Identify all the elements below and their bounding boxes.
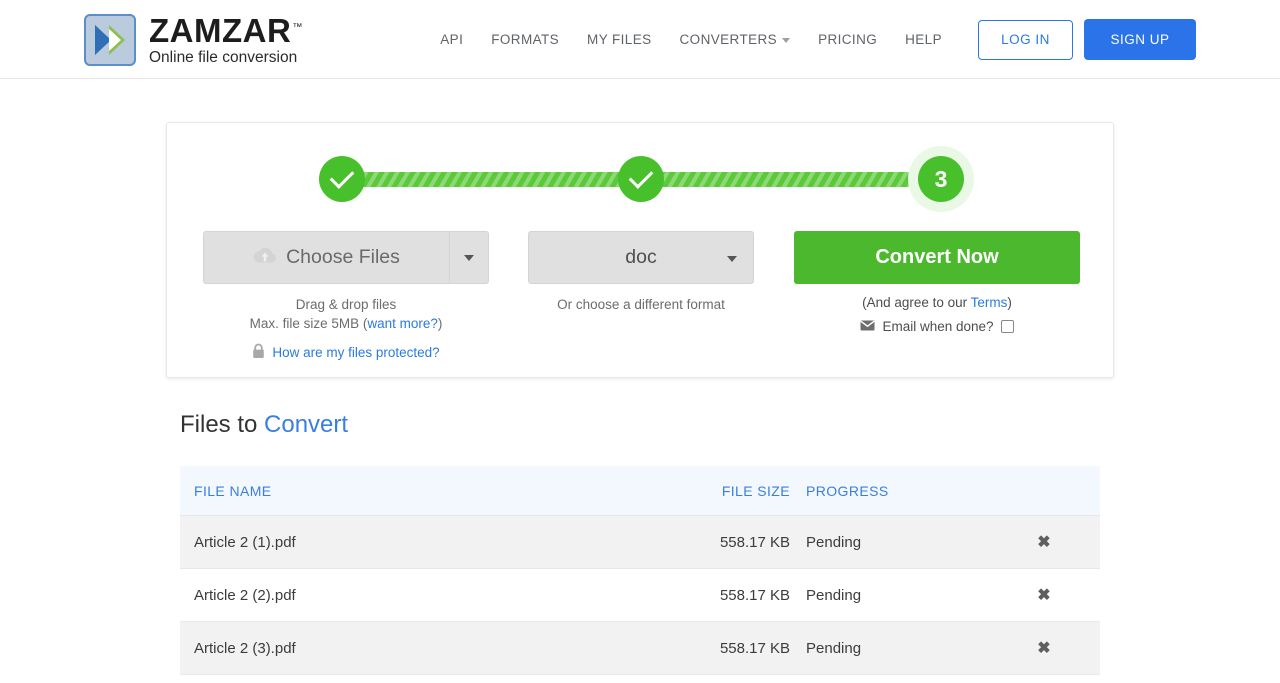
- choose-files-hints: Drag & drop files Max. file size 5MB (wa…: [203, 295, 489, 333]
- files-heading-plain: Files to: [180, 411, 265, 438]
- cloud-upload-icon: [253, 246, 277, 270]
- files-heading-accent: Convert: [264, 411, 349, 438]
- terms-link[interactable]: Terms: [971, 295, 1008, 310]
- files-table: FILE NAME FILE SIZE PROGRESS Article 2 (…: [180, 466, 1100, 675]
- cell-actions: ✖: [1020, 528, 1080, 556]
- max-size-text: Max. file size 5MB (: [249, 316, 368, 331]
- table-row: Article 2 (1).pdf 558.17 KB Pending ✖: [180, 516, 1100, 569]
- lock-icon: [252, 343, 265, 362]
- site-header: ZAMZAR™ Online file conversion API FORMA…: [0, 0, 1280, 79]
- check-icon: [329, 164, 355, 189]
- logo-trademark: ™: [292, 22, 303, 34]
- progress-steps: 3: [167, 146, 1115, 212]
- want-more-link[interactable]: want more?: [367, 316, 438, 331]
- caret-down-icon: [464, 254, 474, 261]
- table-row: Article 2 (3).pdf 558.17 KB Pending ✖: [180, 622, 1100, 675]
- logo-subtitle: Online file conversion: [149, 49, 298, 67]
- close-x-icon[interactable]: ✖: [1030, 528, 1058, 556]
- choose-files-button[interactable]: Choose Files: [203, 231, 449, 284]
- max-size-text-close: ): [437, 316, 443, 331]
- nav-item-converters-label: CONVERTERS: [679, 32, 778, 47]
- email-when-done-row: Email when done?: [794, 319, 1080, 334]
- chevron-down-icon: [782, 37, 791, 43]
- choose-files-column: Choose Files Drag & drop files Max. file…: [203, 231, 489, 362]
- cell-file-size: 558.17 KB: [719, 533, 790, 551]
- files-protected-link[interactable]: How are my files protected?: [272, 345, 439, 360]
- email-when-done-checkbox[interactable]: [1000, 320, 1014, 333]
- choose-files-dropdown-button[interactable]: [449, 231, 489, 284]
- nav-item-formats[interactable]: FORMATS: [477, 32, 573, 47]
- max-size-hint: Max. file size 5MB (want more?): [203, 314, 489, 333]
- convert-now-button[interactable]: Convert Now: [794, 231, 1080, 284]
- files-to-convert-heading: Files to Convert: [180, 411, 348, 439]
- step-3-number: 3: [934, 165, 948, 192]
- envelope-icon: [860, 319, 876, 334]
- nav-item-my-files[interactable]: MY FILES: [573, 32, 665, 47]
- cell-progress: Pending: [806, 639, 862, 657]
- cell-actions: ✖: [1020, 581, 1080, 609]
- check-icon: [628, 164, 654, 189]
- nav-item-converters[interactable]: CONVERTERS: [666, 32, 805, 47]
- choose-files-group: Choose Files: [203, 231, 489, 284]
- cell-file-name: Article 2 (1).pdf: [194, 533, 296, 551]
- conversion-card: 3 Choose Files Drag & drop files Max. fi…: [166, 122, 1114, 378]
- format-selected-value: doc: [625, 246, 657, 268]
- nav-item-api[interactable]: API: [426, 32, 477, 47]
- terms-post-text: ): [1007, 295, 1012, 310]
- terms-line: (And agree to our Terms): [794, 295, 1080, 310]
- cell-file-name: Article 2 (2).pdf: [194, 586, 296, 604]
- cell-progress: Pending: [806, 533, 862, 551]
- column-header-file-name: FILE NAME: [194, 482, 272, 499]
- cell-file-size: 558.17 KB: [719, 586, 790, 604]
- cell-progress: Pending: [806, 586, 862, 604]
- main-navigation: API FORMATS MY FILES CONVERTERS PRICING …: [426, 0, 1196, 79]
- files-table-header: FILE NAME FILE SIZE PROGRESS: [180, 466, 1100, 516]
- table-row: Article 2 (2).pdf 558.17 KB Pending ✖: [180, 569, 1100, 622]
- signup-button[interactable]: SIGN UP: [1084, 19, 1196, 60]
- logo[interactable]: ZAMZAR™ Online file conversion: [84, 14, 303, 66]
- nav-item-pricing[interactable]: PRICING: [804, 32, 891, 47]
- terms-pre-text: (And agree to our: [862, 295, 971, 310]
- login-button[interactable]: LOG IN: [978, 19, 1073, 60]
- close-x-icon[interactable]: ✖: [1030, 581, 1058, 609]
- zamzar-chevrons-logo-icon: [84, 14, 136, 66]
- drag-drop-hint: Drag & drop files: [295, 297, 397, 312]
- step-3-active: 3: [918, 156, 964, 202]
- column-header-progress: PROGRESS: [806, 482, 889, 499]
- step-1-complete: [319, 156, 365, 202]
- cell-file-size: 558.17 KB: [719, 639, 790, 657]
- step-2-complete: [618, 156, 664, 202]
- files-protected-row[interactable]: How are my files protected?: [203, 343, 489, 362]
- logo-title: ZAMZAR: [149, 12, 292, 50]
- email-when-done-label: Email when done?: [882, 319, 994, 334]
- cell-actions: ✖: [1020, 634, 1080, 662]
- column-header-file-size: FILE SIZE: [721, 482, 790, 499]
- format-select[interactable]: doc: [528, 231, 754, 284]
- close-x-icon[interactable]: ✖: [1030, 634, 1058, 662]
- convert-column: Convert Now (And agree to our Terms) Ema…: [794, 231, 1080, 334]
- nav-item-help[interactable]: HELP: [891, 32, 956, 47]
- choose-files-label: Choose Files: [286, 246, 400, 268]
- format-caption: Or choose a different format: [557, 297, 725, 312]
- format-column: doc Or choose a different format: [528, 231, 754, 314]
- caret-down-icon: [727, 256, 737, 262]
- cell-file-name: Article 2 (3).pdf: [194, 639, 296, 657]
